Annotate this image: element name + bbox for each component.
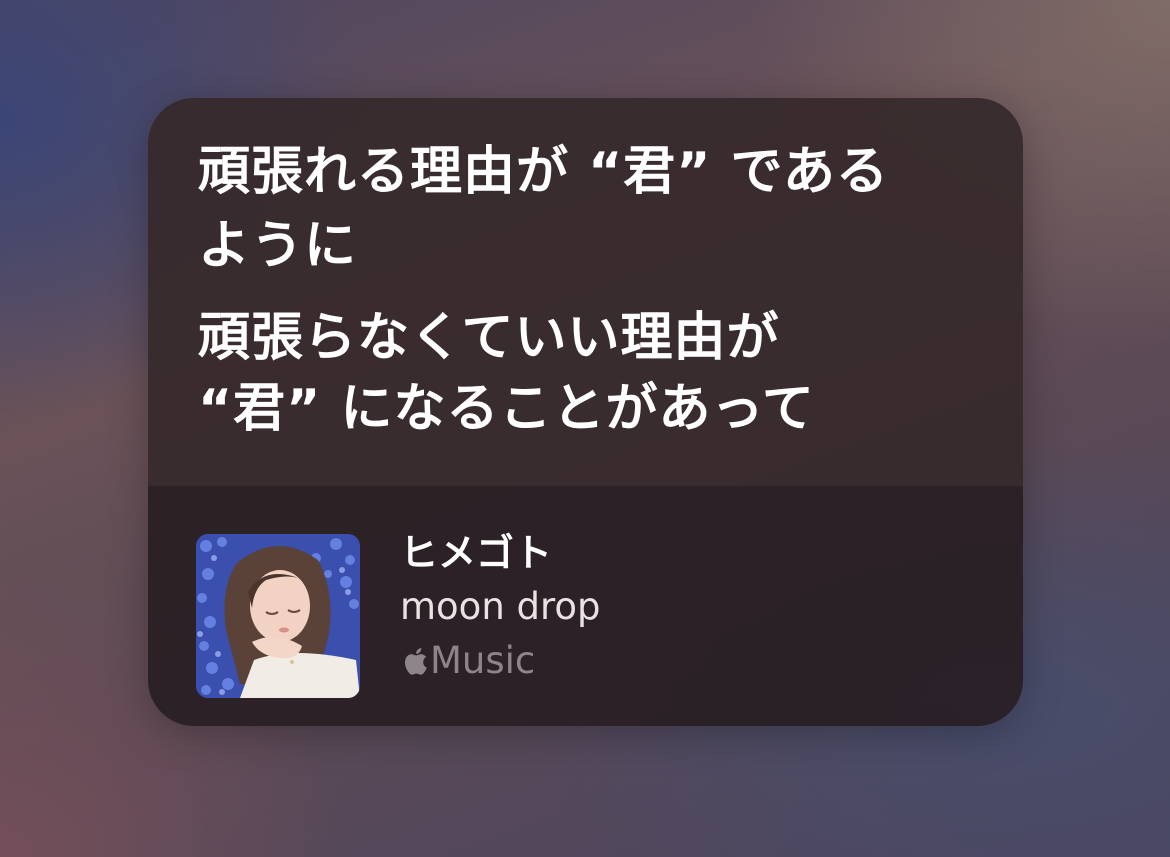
song-artist: moon drop: [400, 585, 601, 628]
lyric-line-2: ように: [198, 216, 358, 276]
service-label: Music: [430, 639, 536, 682]
siri-lyrics-card[interactable]: 頑張れる理由が “君” である ように 頑張らなくていい理由が “君” になるこ…: [148, 98, 1023, 726]
apple-logo-icon: [404, 648, 427, 675]
lyric-line-1: 頑張れる理由が “君” である: [198, 142, 890, 202]
song-info-row[interactable]: ヒメゴト moon drop Music: [148, 486, 1023, 726]
apple-music-badge: Music: [400, 638, 535, 684]
album-artwork-illustration: [196, 534, 360, 698]
lyrics-section: 頑張れる理由が “君” である ように 頑張らなくていい理由が “君” になるこ…: [148, 98, 1023, 486]
lyric-line-3: 頑張らなくていい理由が: [198, 308, 780, 368]
album-artwork[interactable]: [196, 534, 360, 698]
song-title: ヒメゴト: [400, 531, 553, 575]
lyric-line-4: “君” になることがあって: [198, 379, 815, 439]
